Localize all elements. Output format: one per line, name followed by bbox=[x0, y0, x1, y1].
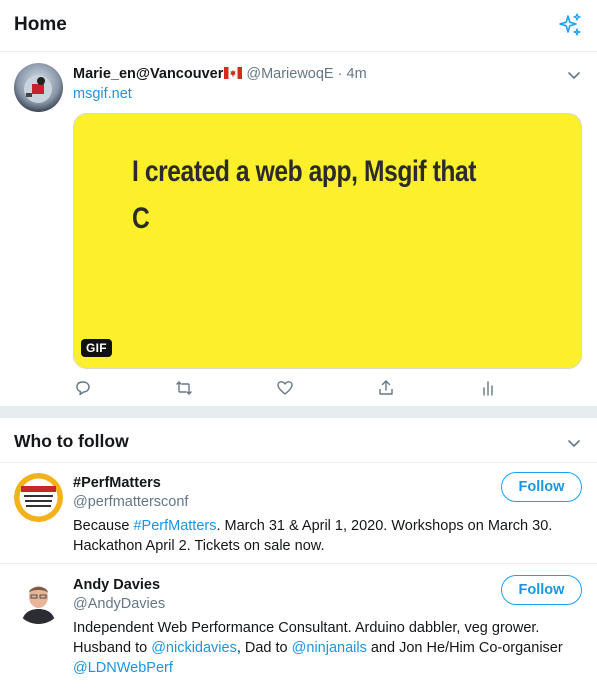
author-name[interactable]: Marie_en@Vancouver bbox=[73, 66, 223, 82]
separator: · bbox=[337, 66, 343, 82]
author-handle[interactable]: @MariewoqE bbox=[246, 66, 333, 82]
avatar[interactable] bbox=[14, 63, 63, 112]
mention-link[interactable]: @ninjanails bbox=[292, 640, 367, 656]
section-divider bbox=[0, 406, 597, 418]
account-bio: Because #PerfMatters. March 31 & April 1… bbox=[73, 516, 588, 556]
chevron-down-icon[interactable] bbox=[566, 68, 582, 82]
follow-button[interactable]: Follow bbox=[501, 472, 582, 502]
bio-text: , Dad to bbox=[236, 640, 292, 656]
gif-caption: I created a web app, Msgif that C bbox=[132, 148, 476, 242]
tweet-actions bbox=[0, 379, 597, 399]
follow-suggestion[interactable]: Andy Davies @AndyDavies Follow Independe… bbox=[0, 565, 597, 688]
gif-badge: GIF bbox=[81, 339, 112, 357]
avatar[interactable] bbox=[14, 473, 63, 522]
follow-button[interactable]: Follow bbox=[501, 575, 582, 605]
tweet-time[interactable]: 4m bbox=[347, 66, 367, 82]
account-name[interactable]: #PerfMatters bbox=[73, 475, 161, 491]
sparkle-icon[interactable] bbox=[558, 12, 584, 38]
gif-media[interactable]: I created a web app, Msgif that C GIF bbox=[73, 113, 582, 369]
timeline-header: Home bbox=[0, 0, 597, 52]
tweet-header: Marie_en@Vancouver @MariewoqE · 4m bbox=[73, 66, 367, 82]
account-handle[interactable]: @perfmattersconf bbox=[73, 494, 188, 510]
reply-icon[interactable] bbox=[74, 379, 92, 397]
canada-flag-icon bbox=[224, 67, 243, 79]
bio-text: Because bbox=[73, 518, 134, 534]
gif-caption-line: I created a web app, Msgif that bbox=[132, 155, 477, 188]
share-icon[interactable] bbox=[377, 379, 395, 397]
page-title: Home bbox=[14, 14, 67, 35]
account-handle[interactable]: @AndyDavies bbox=[73, 596, 165, 612]
avatar[interactable] bbox=[14, 575, 63, 624]
gif-caption-line: C bbox=[132, 202, 150, 235]
retweet-icon[interactable] bbox=[175, 379, 193, 397]
section-title: Who to follow bbox=[14, 431, 129, 451]
chevron-down-icon[interactable] bbox=[566, 436, 582, 450]
account-bio: Independent Web Performance Consultant. … bbox=[73, 618, 588, 678]
mention-link[interactable]: @LDNWebPerf bbox=[73, 660, 173, 676]
mention-link[interactable]: @nickidavies bbox=[151, 640, 237, 656]
follow-suggestion[interactable]: #PerfMatters @perfmattersconf Follow Bec… bbox=[0, 463, 597, 564]
tweet-link[interactable]: msgif.net bbox=[73, 86, 132, 102]
like-icon[interactable] bbox=[276, 379, 294, 397]
account-name[interactable]: Andy Davies bbox=[73, 577, 160, 593]
analytics-icon[interactable] bbox=[479, 379, 497, 397]
bio-text: and Jon He/Him Co-organiser bbox=[366, 640, 563, 656]
hashtag-link[interactable]: #PerfMatters bbox=[133, 518, 216, 534]
who-to-follow-header: Who to follow bbox=[0, 418, 597, 463]
